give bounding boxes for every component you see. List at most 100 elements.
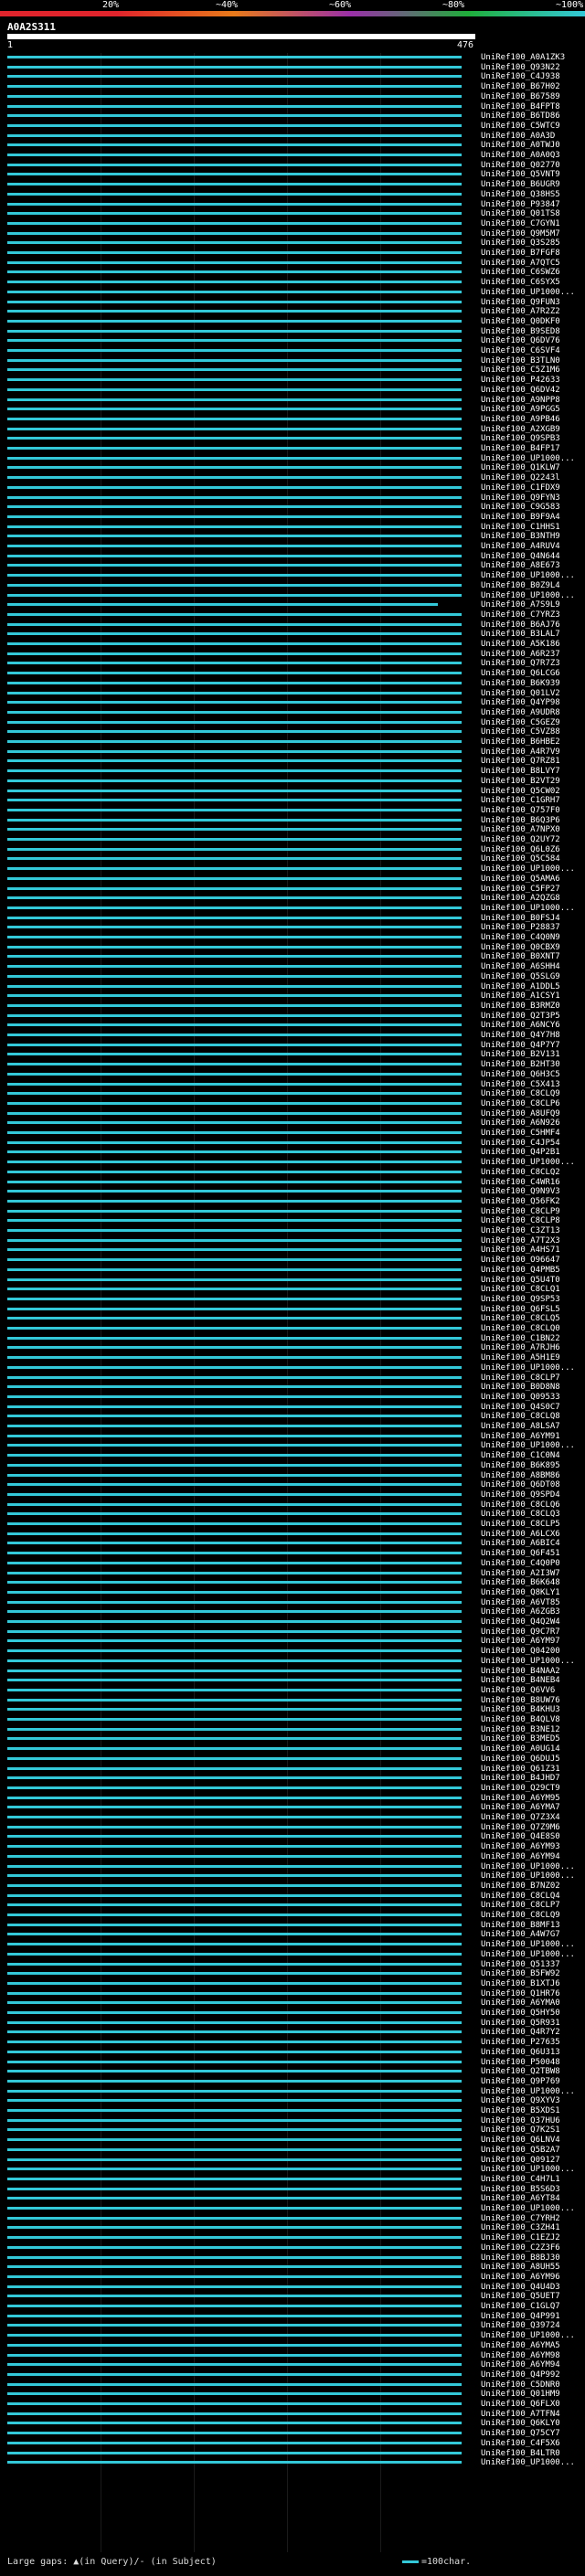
hit-row[interactable]: UniRef100_B1XTJ6 bbox=[0, 1979, 585, 1988]
hit-row[interactable]: UniRef100_B8MF13 bbox=[0, 1921, 585, 1930]
hit-row[interactable]: UniRef100_A7TFN4 bbox=[0, 2410, 585, 2419]
hit-row[interactable]: UniRef100_B4KHU3 bbox=[0, 1705, 585, 1714]
hit-row[interactable]: UniRef100_C8CLQ9 bbox=[0, 1911, 585, 1920]
hit-row[interactable]: UniRef100_C3ZT13 bbox=[0, 1226, 585, 1235]
hit-row[interactable]: UniRef100_B5S6D3 bbox=[0, 2185, 585, 2194]
hit-row[interactable]: UniRef100_B6TD86 bbox=[0, 111, 585, 121]
hit-row[interactable]: UniRef100_C4Q0N9 bbox=[0, 933, 585, 942]
hit-row[interactable]: UniRef100_C4H7L1 bbox=[0, 2175, 585, 2184]
hit-label[interactable]: UniRef100_A9UDR8 bbox=[481, 708, 560, 717]
hit-row[interactable]: UniRef100_Q04200 bbox=[0, 1647, 585, 1656]
hit-label[interactable]: UniRef100_UP1000... bbox=[481, 454, 575, 463]
hit-label[interactable]: UniRef100_B8BJ30 bbox=[481, 2253, 560, 2263]
hit-row[interactable]: UniRef100_C8CLQ1 bbox=[0, 1285, 585, 1294]
hit-label[interactable]: UniRef100_A7T2X3 bbox=[481, 1236, 560, 1246]
hit-label[interactable]: UniRef100_A4W7G7 bbox=[481, 1930, 560, 1939]
hit-row[interactable]: UniRef100_Q4R7Y2 bbox=[0, 2028, 585, 2037]
hit-row[interactable]: UniRef100_Q9M5M7 bbox=[0, 229, 585, 239]
hit-label[interactable]: UniRef100_UP1000... bbox=[481, 1940, 575, 1949]
hit-row[interactable]: UniRef100_UP1000... bbox=[0, 2204, 585, 2213]
hit-label[interactable]: UniRef100_P50048 bbox=[481, 2058, 560, 2067]
hit-label[interactable]: UniRef100_B4JHD7 bbox=[481, 1774, 560, 1783]
hit-row[interactable]: UniRef100_B7FGF8 bbox=[0, 249, 585, 258]
hit-label[interactable]: UniRef100_A5H1E9 bbox=[481, 1353, 560, 1362]
hit-label[interactable]: UniRef100_A6YMA5 bbox=[481, 2341, 560, 2350]
hit-row[interactable]: UniRef100_B0D8N8 bbox=[0, 1383, 585, 1392]
hit-row[interactable]: UniRef100_A8UFQ9 bbox=[0, 1109, 585, 1118]
hit-row[interactable]: UniRef100_Q4YP98 bbox=[0, 698, 585, 707]
hit-row[interactable]: UniRef100_A6R237 bbox=[0, 650, 585, 659]
hit-label[interactable]: UniRef100_B3RMZ0 bbox=[481, 1002, 560, 1011]
hit-label[interactable]: UniRef100_A2I3W7 bbox=[481, 1569, 560, 1578]
hit-label[interactable]: UniRef100_Q5HY50 bbox=[481, 2009, 560, 2018]
hit-row[interactable]: UniRef100_A8UH55 bbox=[0, 2263, 585, 2272]
hit-row[interactable]: UniRef100_B9F9A4 bbox=[0, 513, 585, 522]
hit-row[interactable]: UniRef100_A6YMA7 bbox=[0, 1803, 585, 1812]
hit-row[interactable]: UniRef100_Q2UY72 bbox=[0, 835, 585, 844]
hit-row[interactable]: UniRef100_Q9N9V3 bbox=[0, 1187, 585, 1196]
hit-row[interactable]: UniRef100_Q1HR76 bbox=[0, 1989, 585, 1998]
hit-label[interactable]: UniRef100_Q0DKF0 bbox=[481, 317, 560, 326]
hit-row[interactable]: UniRef100_UP1000... bbox=[0, 1862, 585, 1871]
hit-label[interactable]: UniRef100_Q9FYN3 bbox=[481, 493, 560, 503]
hit-row[interactable]: UniRef100_B5FW92 bbox=[0, 1969, 585, 1978]
hit-label[interactable]: UniRef100_B6HBE2 bbox=[481, 737, 560, 747]
hit-label[interactable]: UniRef100_B67589 bbox=[481, 92, 560, 101]
hit-label[interactable]: UniRef100_UP1000... bbox=[481, 2331, 575, 2340]
hit-label[interactable]: UniRef100_C5X413 bbox=[481, 1080, 560, 1089]
hit-row[interactable]: UniRef100_Q6U313 bbox=[0, 2048, 585, 2057]
hit-row[interactable]: UniRef100_C8CLP7 bbox=[0, 1373, 585, 1383]
hit-label[interactable]: UniRef100_C1BN22 bbox=[481, 1334, 560, 1343]
hit-row[interactable]: UniRef100_C5FP27 bbox=[0, 885, 585, 894]
hit-row[interactable]: UniRef100_Q7Z3X4 bbox=[0, 1813, 585, 1822]
hit-row[interactable]: UniRef100_A6YM94 bbox=[0, 1852, 585, 1861]
hit-label[interactable]: UniRef100_A9PB46 bbox=[481, 415, 560, 424]
hit-label[interactable]: UniRef100_UP1000... bbox=[481, 2165, 575, 2174]
hit-label[interactable]: UniRef100_B1XTJ6 bbox=[481, 1979, 560, 1988]
hit-row[interactable]: UniRef100_B67H02 bbox=[0, 82, 585, 91]
hit-label[interactable]: UniRef100_A8UH55 bbox=[481, 2263, 560, 2272]
hit-label[interactable]: UniRef100_A1CSY1 bbox=[481, 991, 560, 1001]
hit-label[interactable]: UniRef100_A6YM95 bbox=[481, 1794, 560, 1803]
hit-row[interactable]: UniRef100_C5WTC9 bbox=[0, 122, 585, 131]
hit-row[interactable]: UniRef100_Q4N644 bbox=[0, 552, 585, 561]
hit-label[interactable]: UniRef100_Q75CY7 bbox=[481, 2429, 560, 2438]
hit-row[interactable]: UniRef100_C1GRH7 bbox=[0, 796, 585, 805]
hit-row[interactable]: UniRef100_A6BIC4 bbox=[0, 1539, 585, 1548]
hit-label[interactable]: UniRef100_C9G583 bbox=[481, 503, 560, 512]
hit-label[interactable]: UniRef100_A4RUV4 bbox=[481, 542, 560, 551]
hit-row[interactable]: UniRef100_B8UW76 bbox=[0, 1696, 585, 1705]
hit-label[interactable]: UniRef100_UP1000... bbox=[481, 904, 575, 913]
hit-label[interactable]: UniRef100_Q9P769 bbox=[481, 2077, 560, 2086]
hit-row[interactable]: UniRef100_C7GYN1 bbox=[0, 219, 585, 228]
hit-row[interactable]: UniRef100_P28837 bbox=[0, 923, 585, 932]
hit-label[interactable]: UniRef100_Q6L0Z6 bbox=[481, 845, 560, 854]
hit-label[interactable]: UniRef100_B0FSJ4 bbox=[481, 914, 560, 923]
hit-row[interactable]: UniRef100_A6YMA0 bbox=[0, 1998, 585, 2008]
hit-row[interactable]: UniRef100_B6Q3P6 bbox=[0, 816, 585, 825]
hit-row[interactable]: UniRef100_C8CLQ3 bbox=[0, 1510, 585, 1519]
hit-label[interactable]: UniRef100_Q02770 bbox=[481, 161, 560, 170]
hit-row[interactable]: UniRef100_A0TWJ0 bbox=[0, 141, 585, 150]
hit-label[interactable]: UniRef100_B4NAA2 bbox=[481, 1667, 560, 1676]
hit-row[interactable]: UniRef100_Q9P769 bbox=[0, 2077, 585, 2086]
hit-label[interactable]: UniRef100_A6YMA7 bbox=[481, 1803, 560, 1812]
hit-label[interactable]: UniRef100_A4HS71 bbox=[481, 1246, 560, 1255]
hit-row[interactable]: UniRef100_A1DDL5 bbox=[0, 982, 585, 991]
hit-row[interactable]: UniRef100_C4WR16 bbox=[0, 1178, 585, 1187]
hit-label[interactable]: UniRef100_B4FPT8 bbox=[481, 102, 560, 111]
hit-label[interactable]: UniRef100_UP1000... bbox=[481, 571, 575, 580]
hit-label[interactable]: UniRef100_B3TLN0 bbox=[481, 356, 560, 366]
hit-label[interactable]: UniRef100_B7NZ02 bbox=[481, 1882, 560, 1891]
hit-label[interactable]: UniRef100_Q04200 bbox=[481, 1647, 560, 1656]
hit-label[interactable]: UniRef100_A6ZGB3 bbox=[481, 1607, 560, 1617]
hit-label[interactable]: UniRef100_C5HMF4 bbox=[481, 1129, 560, 1138]
hit-row[interactable]: UniRef100_A7NPX0 bbox=[0, 825, 585, 834]
hit-row[interactable]: UniRef100_Q9C7R7 bbox=[0, 1627, 585, 1637]
hit-label[interactable]: UniRef100_C4Q0P0 bbox=[481, 1559, 560, 1568]
hit-label[interactable]: UniRef100_A6YM91 bbox=[481, 1432, 560, 1441]
hit-row[interactable]: UniRef100_B3NTH9 bbox=[0, 532, 585, 541]
hit-row[interactable]: UniRef100_C1GLQ7 bbox=[0, 2302, 585, 2311]
hit-label[interactable]: UniRef100_A6YMA0 bbox=[481, 1998, 560, 2008]
hit-label[interactable]: UniRef100_Q6DUJ5 bbox=[481, 1754, 560, 1764]
